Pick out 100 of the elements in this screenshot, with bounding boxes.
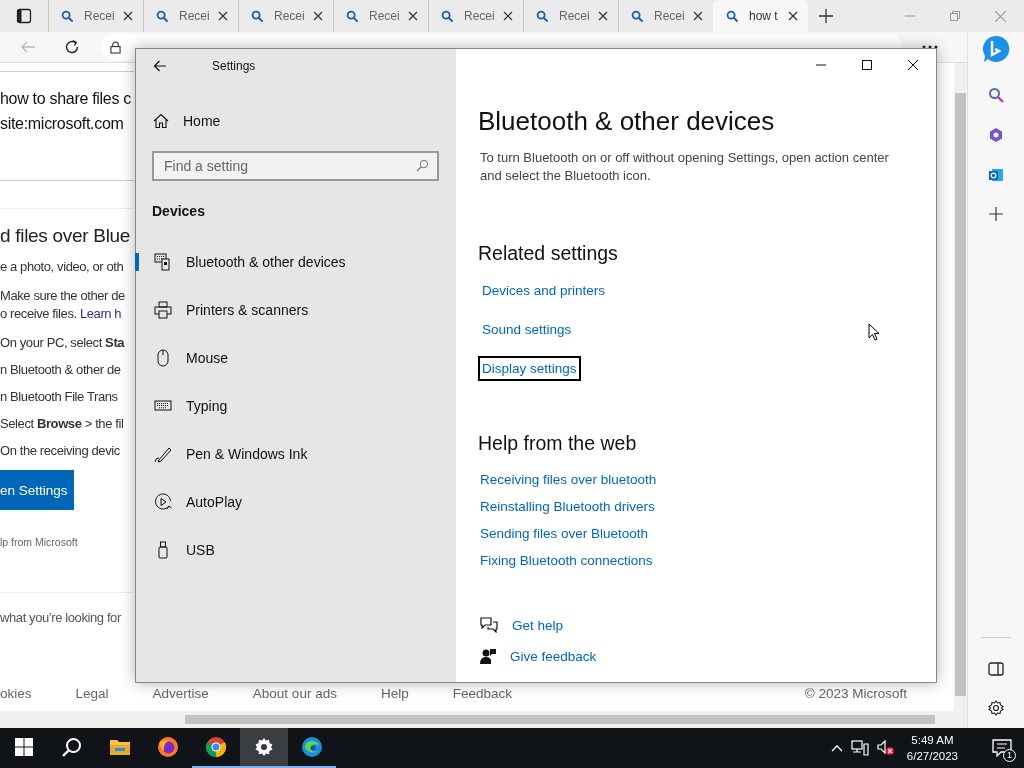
close-icon[interactable] [408,11,418,21]
nav-item[interactable]: Printers & scanners [135,301,309,319]
web-article-link[interactable]: Sending files over Bluetooth [480,526,649,541]
nav-item[interactable]: AutoPlay [135,493,243,511]
footer-link[interactable]: okies [0,686,32,701]
tab-actions-icon[interactable] [16,8,32,24]
close-icon[interactable] [503,11,513,21]
copyright-text: © 2023 Microsoft [804,686,908,701]
muted-speaker-icon[interactable] [876,740,895,756]
new-tab-icon[interactable] [819,9,833,23]
close-icon[interactable] [908,60,918,70]
refresh-icon[interactable] [64,39,80,55]
search-icon [416,159,429,172]
maximize-icon[interactable] [862,60,872,70]
windows-logo-icon [15,738,33,756]
section-heading: Devices [152,203,206,219]
article-text: e a photo, video, or oth [0,258,125,276]
search-icon [156,9,169,23]
window-title: Settings [212,59,256,73]
message-icon [992,739,1012,757]
add-icon[interactable] [989,207,1003,221]
clock-time[interactable]: 5:49 AM [911,732,954,748]
search-icon [346,9,359,23]
mail-logo-icon[interactable] [988,167,1004,183]
close-icon[interactable] [788,11,798,21]
search-icon [441,9,454,23]
article-text: n Bluetooth & other de [0,361,122,379]
keyboard-and-phone-icon [154,253,172,271]
clock-date[interactable]: 6/27/2023 [906,748,958,764]
learn-link[interactable]: Learn h [79,306,122,321]
search-query-text: how to share files c [0,89,132,109]
nav-item[interactable]: USB [135,541,215,559]
search-query-box[interactable]: how to share files c site:microsoft.com [0,71,134,181]
network-icon[interactable] [850,740,869,756]
lock-icon [110,40,121,54]
horizontal-scrollbar[interactable] [0,711,968,728]
search-icon [726,9,739,23]
action-link[interactable]: Get help [512,617,564,633]
home-nav-item[interactable]: Home [136,113,221,129]
taskbar-app-button[interactable] [240,728,288,768]
article-heading: d files over Blue [0,225,132,247]
search-icon[interactable] [988,87,1004,103]
article-text: On your PC, select Sta [0,334,126,352]
mouse-cursor-icon [868,323,880,341]
folder-icon [109,738,131,756]
browser-tab[interactable]: how t [713,0,808,32]
web-article-link[interactable]: Reinstalling Bluetooth drivers [480,499,655,514]
article-text: Select Browse > the fil [0,415,125,433]
footer-link[interactable]: About our ads [252,686,337,701]
article-text: On the receiving devic [0,442,121,460]
wave-logo-icon [301,736,323,758]
tricolor-ring-icon [205,736,227,758]
chat-bubble-logo-icon[interactable] [982,35,1010,63]
person-icon [480,648,496,664]
search-icon [631,9,644,23]
close-icon[interactable] [313,11,323,21]
footer-link[interactable]: Help [380,686,409,701]
close-icon[interactable] [693,11,703,21]
nav-item[interactable]: Bluetooth & other devices [135,253,346,271]
help-note: lp from Microsoft [0,536,79,548]
section-heading: Help from the web [478,432,638,455]
notification-button[interactable]: 1 [980,728,1024,768]
settings-link[interactable]: Display settings [478,355,581,381]
search-icon [536,9,549,23]
close-icon[interactable] [123,11,133,21]
mouse-icon [154,349,172,367]
footer-link[interactable]: Feedback [452,686,512,701]
article-text: n Bluetooth File Trans [0,388,119,406]
search-icon [251,9,264,23]
chat-bubbles-icon [480,617,498,633]
caret-up-icon[interactable] [830,744,843,752]
side-panel-icon[interactable] [988,662,1004,676]
back-arrow-icon[interactable] [153,59,167,73]
settings-link[interactable]: Devices and printers [478,277,610,303]
close-icon[interactable] [218,11,228,21]
article-text: o receive files. Learn h [0,305,123,323]
search-field[interactable]: Find a setting [152,151,439,181]
more-icon[interactable] [922,45,938,49]
close-icon[interactable] [598,11,608,21]
action-link[interactable]: Give feedback [510,648,597,664]
web-article-link[interactable]: Receiving files over bluetooth [480,472,657,487]
feedback-prompt: what you’re looking for [0,592,134,625]
search-icon [61,9,74,23]
nav-item[interactable]: Typing [135,397,228,415]
fox-globe-icon [157,736,179,758]
ring-logo-icon[interactable] [988,127,1004,143]
nav-item[interactable]: Pen & Windows Ink [135,445,308,463]
web-article-link[interactable]: Fixing Bluetooth connections [480,553,653,568]
settings-link[interactable]: Sound settings [478,316,576,342]
search-query-text: site:microsoft.com [0,114,125,134]
vertical-scrollbar[interactable] [954,63,968,711]
play-circle-icon [154,493,172,511]
footer-link[interactable]: Advertise [152,686,209,701]
open-settings-button[interactable]: en Settings [0,470,74,510]
house-icon [153,113,169,129]
page-heading: Bluetooth & other devices [478,106,776,137]
settings-icon[interactable] [988,700,1004,716]
gear-icon [254,737,274,757]
footer-link[interactable]: Legal [75,686,109,701]
nav-item[interactable]: Mouse [135,349,229,367]
